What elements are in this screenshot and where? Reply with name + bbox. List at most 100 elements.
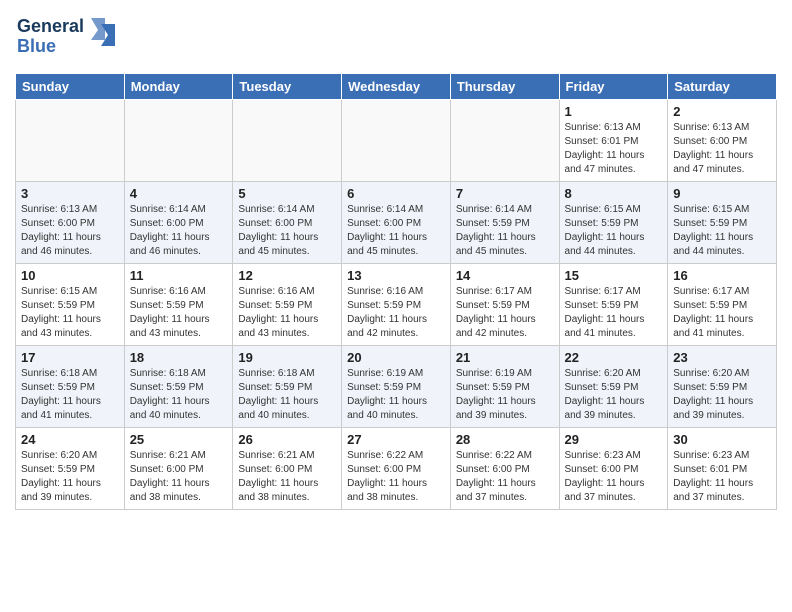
day-info: Sunrise: 6:18 AM Sunset: 5:59 PM Dayligh… (130, 367, 228, 423)
calendar-cell (124, 100, 233, 182)
calendar-cell: 14Sunrise: 6:17 AM Sunset: 5:59 PM Dayli… (450, 264, 559, 346)
calendar-cell: 27 Sunrise: 6:22 AM Sunset: 6:00 PM Dayli… (342, 428, 451, 510)
day-info: Sunrise: 6:17 AM Sunset: 5:59 PM Dayligh… (673, 285, 771, 341)
calendar-cell (16, 100, 125, 182)
weekday-header-monday: Monday (124, 74, 233, 100)
day-info: Sunrise: 6:21 AM Sunset: 6:00 PM Dayligh… (238, 449, 336, 505)
weekday-header-saturday: Saturday (668, 74, 777, 100)
day-info: Sunrise: 6:17 AM Sunset: 5:59 PM Dayligh… (565, 285, 663, 341)
page-container: General Blue SundayMondayTuesdayWednesda… (0, 0, 792, 520)
day-number: 24 (21, 432, 119, 447)
weekday-header-friday: Friday (559, 74, 668, 100)
day-info: Sunrise: 6:14 AM Sunset: 6:00 PM Dayligh… (238, 203, 336, 259)
day-number: 2 (673, 104, 771, 119)
weekday-header-row: SundayMondayTuesdayWednesdayThursdayFrid… (16, 74, 777, 100)
day-info: Sunrise: 6:22 AM Sunset: 6:00 PM Dayligh… (347, 449, 445, 505)
day-number: 1 (565, 104, 663, 119)
calendar-cell: 29Sunrise: 6:23 AM Sunset: 6:00 PM Dayli… (559, 428, 668, 510)
calendar-cell: 2 Sunrise: 6:13 AM Sunset: 6:00 PM Daylig… (668, 100, 777, 182)
weekday-header-sunday: Sunday (16, 74, 125, 100)
calendar-cell: 23 Sunrise: 6:20 AM Sunset: 5:59 PM Dayli… (668, 346, 777, 428)
calendar-cell: 20Sunrise: 6:19 AM Sunset: 5:59 PM Dayli… (342, 346, 451, 428)
calendar-cell: 4 Sunrise: 6:14 AM Sunset: 6:00 PM Daylig… (124, 182, 233, 264)
day-number: 23 (673, 350, 771, 365)
day-number: 15 (565, 268, 663, 283)
day-info: Sunrise: 6:20 AM Sunset: 5:59 PM Dayligh… (21, 449, 119, 505)
day-info: Sunrise: 6:23 AM Sunset: 6:01 PM Dayligh… (673, 449, 771, 505)
day-number: 13 (347, 268, 445, 283)
weekday-header-tuesday: Tuesday (233, 74, 342, 100)
day-number: 9 (673, 186, 771, 201)
logo-svg: General Blue (15, 10, 125, 65)
calendar-cell (342, 100, 451, 182)
day-number: 27 (347, 432, 445, 447)
day-number: 4 (130, 186, 228, 201)
calendar-week-row-3: 10 Sunrise: 6:15 AM Sunset: 5:59 PM Dayli… (16, 264, 777, 346)
day-info: Sunrise: 6:18 AM Sunset: 5:59 PM Dayligh… (21, 367, 119, 423)
weekday-header-thursday: Thursday (450, 74, 559, 100)
day-info: Sunrise: 6:20 AM Sunset: 5:59 PM Dayligh… (673, 367, 771, 423)
weekday-header-wednesday: Wednesday (342, 74, 451, 100)
day-info: Sunrise: 6:14 AM Sunset: 5:59 PM Dayligh… (456, 203, 554, 259)
calendar-week-row-2: 3 Sunrise: 6:13 AM Sunset: 6:00 PM Daylig… (16, 182, 777, 264)
calendar-cell: 16 Sunrise: 6:17 AM Sunset: 5:59 PM Dayli… (668, 264, 777, 346)
day-number: 28 (456, 432, 554, 447)
day-number: 3 (21, 186, 119, 201)
calendar-cell: 5 Sunrise: 6:14 AM Sunset: 6:00 PM Daylig… (233, 182, 342, 264)
day-number: 11 (130, 268, 228, 283)
day-info: Sunrise: 6:15 AM Sunset: 5:59 PM Dayligh… (673, 203, 771, 259)
calendar-cell: 11 Sunrise: 6:16 AM Sunset: 5:59 PM Dayli… (124, 264, 233, 346)
day-number: 25 (130, 432, 228, 447)
calendar-cell: 10 Sunrise: 6:15 AM Sunset: 5:59 PM Dayli… (16, 264, 125, 346)
day-number: 12 (238, 268, 336, 283)
calendar-cell: 9 Sunrise: 6:15 AM Sunset: 5:59 PM Daylig… (668, 182, 777, 264)
logo: General Blue (15, 10, 125, 65)
day-number: 20 (347, 350, 445, 365)
day-number: 22 (565, 350, 663, 365)
day-number: 8 (565, 186, 663, 201)
calendar-cell: 3 Sunrise: 6:13 AM Sunset: 6:00 PM Daylig… (16, 182, 125, 264)
calendar-cell: 19 Sunrise: 6:18 AM Sunset: 5:59 PM Dayli… (233, 346, 342, 428)
calendar-week-row-5: 24 Sunrise: 6:20 AM Sunset: 5:59 PM Dayli… (16, 428, 777, 510)
calendar-week-row-4: 17 Sunrise: 6:18 AM Sunset: 5:59 PM Dayli… (16, 346, 777, 428)
day-number: 7 (456, 186, 554, 201)
day-number: 5 (238, 186, 336, 201)
day-info: Sunrise: 6:16 AM Sunset: 5:59 PM Dayligh… (130, 285, 228, 341)
day-info: Sunrise: 6:23 AM Sunset: 6:00 PM Dayligh… (565, 449, 663, 505)
day-info: Sunrise: 6:18 AM Sunset: 5:59 PM Dayligh… (238, 367, 336, 423)
day-info: Sunrise: 6:15 AM Sunset: 5:59 PM Dayligh… (565, 203, 663, 259)
day-number: 6 (347, 186, 445, 201)
calendar-cell: 12 Sunrise: 6:16 AM Sunset: 5:59 PM Dayli… (233, 264, 342, 346)
day-info: Sunrise: 6:13 AM Sunset: 6:00 PM Dayligh… (673, 121, 771, 177)
day-info: Sunrise: 6:20 AM Sunset: 5:59 PM Dayligh… (565, 367, 663, 423)
day-info: Sunrise: 6:19 AM Sunset: 5:59 PM Dayligh… (456, 367, 554, 423)
calendar-cell (233, 100, 342, 182)
day-number: 16 (673, 268, 771, 283)
svg-text:Blue: Blue (17, 36, 56, 56)
day-info: Sunrise: 6:14 AM Sunset: 6:00 PM Dayligh… (130, 203, 228, 259)
calendar-cell: 25Sunrise: 6:21 AM Sunset: 6:00 PM Dayli… (124, 428, 233, 510)
calendar-cell (450, 100, 559, 182)
calendar-cell: 8 Sunrise: 6:15 AM Sunset: 5:59 PM Daylig… (559, 182, 668, 264)
day-info: Sunrise: 6:16 AM Sunset: 5:59 PM Dayligh… (238, 285, 336, 341)
day-info: Sunrise: 6:15 AM Sunset: 5:59 PM Dayligh… (21, 285, 119, 341)
day-info: Sunrise: 6:13 AM Sunset: 6:01 PM Dayligh… (565, 121, 663, 177)
day-number: 19 (238, 350, 336, 365)
day-number: 10 (21, 268, 119, 283)
day-info: Sunrise: 6:13 AM Sunset: 6:00 PM Dayligh… (21, 203, 119, 259)
svg-text:General: General (17, 16, 84, 36)
day-info: Sunrise: 6:14 AM Sunset: 6:00 PM Dayligh… (347, 203, 445, 259)
calendar-cell: 6 Sunrise: 6:14 AM Sunset: 6:00 PM Daylig… (342, 182, 451, 264)
calendar-cell: 1 Sunrise: 6:13 AM Sunset: 6:01 PM Daylig… (559, 100, 668, 182)
calendar-cell: 28Sunrise: 6:22 AM Sunset: 6:00 PM Dayli… (450, 428, 559, 510)
calendar-cell: 30Sunrise: 6:23 AM Sunset: 6:01 PM Dayli… (668, 428, 777, 510)
calendar-table: SundayMondayTuesdayWednesdayThursdayFrid… (15, 73, 777, 510)
header: General Blue (15, 10, 777, 65)
calendar-week-row-1: 1 Sunrise: 6:13 AM Sunset: 6:01 PM Daylig… (16, 100, 777, 182)
day-info: Sunrise: 6:16 AM Sunset: 5:59 PM Dayligh… (347, 285, 445, 341)
day-number: 17 (21, 350, 119, 365)
day-number: 21 (456, 350, 554, 365)
calendar-cell: 18Sunrise: 6:18 AM Sunset: 5:59 PM Dayli… (124, 346, 233, 428)
calendar-cell: 15 Sunrise: 6:17 AM Sunset: 5:59 PM Dayli… (559, 264, 668, 346)
day-info: Sunrise: 6:17 AM Sunset: 5:59 PM Dayligh… (456, 285, 554, 341)
